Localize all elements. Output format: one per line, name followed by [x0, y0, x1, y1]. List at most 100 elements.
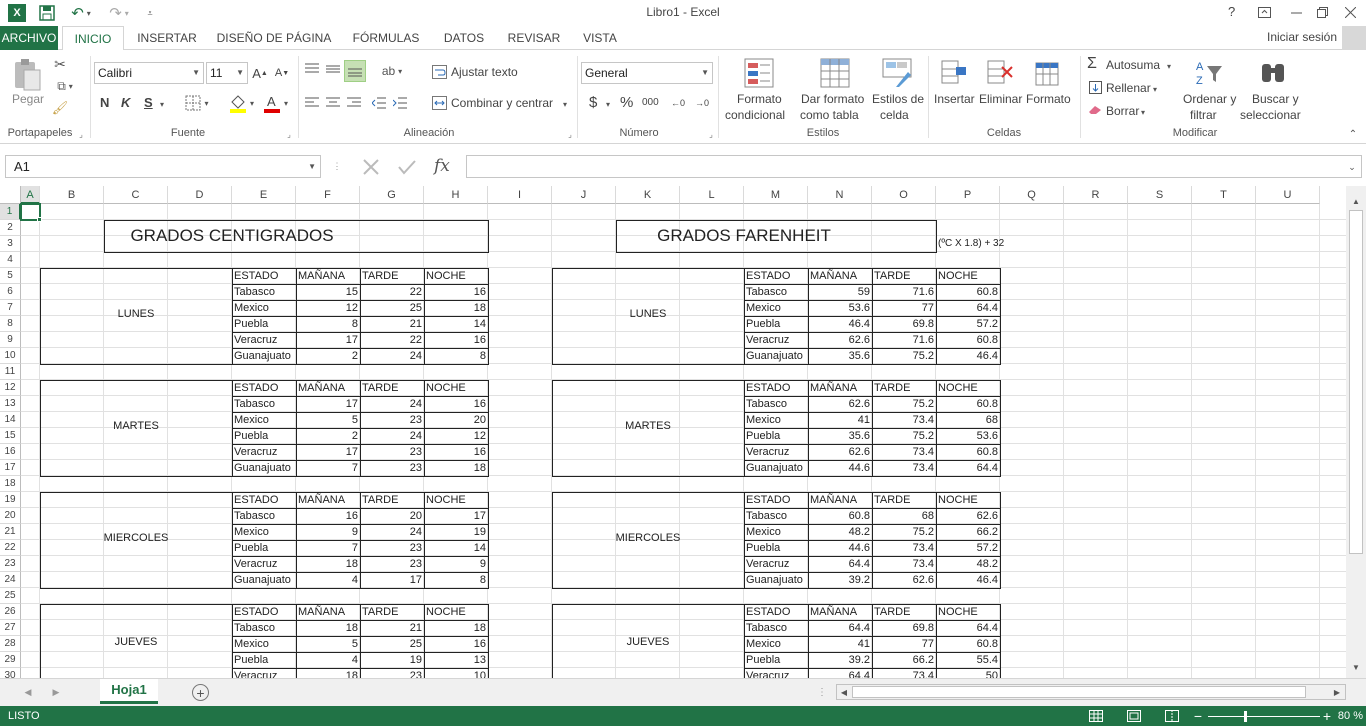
cancel-entry-icon[interactable]	[360, 156, 382, 178]
column-header[interactable]: N	[808, 186, 872, 204]
data-cell[interactable]: Puebla	[744, 316, 808, 332]
format-table-label-1[interactable]: Dar formato	[801, 92, 864, 106]
data-cell[interactable]: 23	[360, 556, 424, 572]
data-cell[interactable]: Mexico	[232, 524, 296, 540]
paste-icon[interactable]	[10, 56, 44, 94]
cell-styles-label-1[interactable]: Estilos de	[872, 92, 924, 106]
row-header[interactable]: 26	[0, 604, 21, 620]
align-top-icon[interactable]	[303, 60, 321, 78]
column-header[interactable]: L	[680, 186, 744, 204]
data-cell[interactable]: 64.4	[808, 556, 872, 572]
data-cell[interactable]: Tabasco	[232, 620, 296, 636]
wrap-text-icon[interactable]	[430, 63, 448, 81]
data-cell[interactable]: Guanajuato	[744, 572, 808, 588]
row-header[interactable]: 20	[0, 508, 21, 524]
data-cell[interactable]: Mexico	[744, 636, 808, 652]
data-cell[interactable]: Guanajuato	[232, 460, 296, 476]
merge-dropdown-icon[interactable]: ▾	[560, 98, 570, 110]
table-header-cell[interactable]: TARDE	[872, 268, 936, 284]
data-cell[interactable]: 18	[296, 668, 360, 678]
row-header[interactable]: 5	[0, 268, 21, 284]
column-header[interactable]: T	[1192, 186, 1256, 204]
data-cell[interactable]: 64.4	[936, 300, 1000, 316]
format-painter-icon[interactable]: 🖌	[50, 100, 70, 116]
data-cell[interactable]: Veracruz	[744, 332, 808, 348]
data-cell[interactable]: 35.6	[808, 348, 872, 364]
fill-color-icon[interactable]: ▾	[224, 92, 258, 114]
font-name-select[interactable]: Calibri ▼	[94, 62, 204, 84]
data-cell[interactable]: Tabasco	[232, 284, 296, 300]
row-header[interactable]: 12	[0, 380, 21, 396]
data-cell[interactable]: Mexico	[232, 636, 296, 652]
collapse-ribbon-icon[interactable]: ⌃	[1346, 128, 1360, 140]
data-cell[interactable]: 24	[360, 428, 424, 444]
data-cell[interactable]: 18	[424, 620, 488, 636]
tab-diseno-pagina[interactable]: DISEÑO DE PÁGINA	[212, 26, 336, 50]
table-header-cell[interactable]: MAÑANA	[808, 492, 872, 508]
data-cell[interactable]: 12	[424, 428, 488, 444]
data-cell[interactable]: 44.6	[808, 540, 872, 556]
data-cell[interactable]: 39.2	[808, 652, 872, 668]
number-format-select[interactable]: General ▼	[581, 62, 713, 84]
data-cell[interactable]: 60.8	[936, 396, 1000, 412]
table-header-cell[interactable]: MAÑANA	[296, 604, 360, 620]
underline-button[interactable]: S	[144, 95, 153, 110]
data-cell[interactable]: 23	[360, 540, 424, 556]
data-cell[interactable]: Mexico	[744, 524, 808, 540]
data-cell[interactable]: 62.6	[936, 508, 1000, 524]
data-cell[interactable]: 75.2	[872, 396, 936, 412]
data-cell[interactable]: 16	[424, 284, 488, 300]
row-header[interactable]: 10	[0, 348, 21, 364]
scroll-up-icon[interactable]: ▲	[1350, 196, 1362, 206]
row-header[interactable]: 30	[0, 668, 21, 678]
data-cell[interactable]: Puebla	[232, 540, 296, 556]
data-cell[interactable]: 17	[296, 444, 360, 460]
currency-dropdown-icon[interactable]: ▾	[603, 98, 613, 110]
zoom-level[interactable]: 80 %	[1333, 710, 1363, 722]
table-header-cell[interactable]: TARDE	[872, 380, 936, 396]
delete-cells-label[interactable]: Eliminar	[979, 92, 1022, 106]
borders-icon[interactable]: ▾	[182, 94, 212, 112]
data-cell[interactable]: 24	[360, 348, 424, 364]
column-header[interactable]: O	[872, 186, 936, 204]
table-header-cell[interactable]: MAÑANA	[296, 268, 360, 284]
data-cell[interactable]: 73.4	[872, 460, 936, 476]
worksheet-grid[interactable]: A B C D E F G H I J K L M N O P Q R S T U 1 2 3 4 5 6 7 8 9 10 11 12 13 14…	[0, 186, 1346, 678]
data-cell[interactable]: 7	[296, 540, 360, 556]
column-header[interactable]: C	[104, 186, 168, 204]
copy-icon[interactable]: ⧉ ▾	[50, 78, 80, 94]
data-cell[interactable]: 60.8	[936, 444, 1000, 460]
column-header[interactable]: R	[1064, 186, 1128, 204]
data-cell[interactable]: 18	[424, 460, 488, 476]
data-cell[interactable]: 68	[936, 412, 1000, 428]
zoom-slider-track[interactable]	[1208, 716, 1320, 717]
column-header[interactable]: B	[40, 186, 104, 204]
data-cell[interactable]: 23	[360, 460, 424, 476]
cell-styles-label-2[interactable]: celda	[880, 108, 909, 122]
data-cell[interactable]: 46.4	[936, 572, 1000, 588]
data-cell[interactable]: Veracruz	[232, 556, 296, 572]
tab-inicio[interactable]: INICIO	[62, 26, 124, 51]
row-header[interactable]: 7	[0, 300, 21, 316]
data-cell[interactable]: 59	[808, 284, 872, 300]
data-cell[interactable]: 25	[360, 636, 424, 652]
data-cell[interactable]: 62.6	[808, 444, 872, 460]
data-cell[interactable]: 24	[360, 524, 424, 540]
merge-center-icon[interactable]	[430, 94, 448, 112]
column-header[interactable]: M	[744, 186, 808, 204]
clear-dropdown-icon[interactable]: ▾	[1138, 106, 1148, 118]
data-cell[interactable]: 53.6	[936, 428, 1000, 444]
data-cell[interactable]: 15	[296, 284, 360, 300]
data-cell[interactable]: 17	[296, 396, 360, 412]
data-cell[interactable]: 10	[424, 668, 488, 678]
data-cell[interactable]: 57.2	[936, 316, 1000, 332]
table-header-cell[interactable]: TARDE	[360, 604, 424, 620]
data-cell[interactable]: Puebla	[232, 316, 296, 332]
row-header[interactable]: 23	[0, 556, 21, 572]
number-launcher-icon[interactable]: ⌟	[706, 129, 716, 139]
table-header-cell[interactable]: ESTADO	[744, 492, 808, 508]
orientation-icon[interactable]: ab ▾	[376, 62, 408, 80]
data-cell[interactable]: Guanajuato	[744, 460, 808, 476]
data-cell[interactable]: Guanajuato	[232, 572, 296, 588]
row-header[interactable]: 28	[0, 636, 21, 652]
